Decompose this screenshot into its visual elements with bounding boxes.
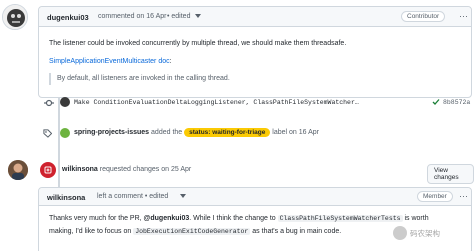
watermark-text: 码农架构: [410, 228, 440, 238]
comment-author[interactable]: dugenkui03: [47, 13, 89, 22]
kebab-menu-icon[interactable]: ···: [459, 12, 468, 21]
tag-icon: [39, 125, 55, 141]
comment2-meta[interactable]: left a comment • edited: [97, 193, 168, 200]
review-text: requested changes on 25 Apr: [99, 166, 192, 173]
commit-sha[interactable]: 8b8572a: [443, 99, 470, 106]
wechat-logo-icon: [393, 226, 407, 240]
comment-body-text: The listener could be invoked concurrent…: [49, 40, 347, 47]
edited-indicator[interactable]: • edited: [167, 13, 190, 20]
label-actor[interactable]: spring-projects-issues: [74, 129, 149, 136]
comment-header-2: wilkinsona left a comment • edited Membe…: [39, 188, 471, 206]
avatar-dugenkui03[interactable]: [2, 4, 28, 30]
c2-text-e: as that's a bug in main code.: [250, 228, 342, 235]
c2-text-a: Thanks very much for the PR,: [49, 215, 144, 222]
comment-header: dugenkui03 commented on 16 Apr • edited …: [39, 7, 471, 27]
blockquote: By default, all listeners are invoked in…: [49, 73, 230, 85]
comment2-author[interactable]: wilkinsona: [47, 193, 85, 202]
identicon-icon: [3, 5, 27, 29]
person-photo-icon: [8, 160, 28, 180]
comment2-line-1: Thanks very much for the PR, @dugenkui03…: [49, 215, 429, 222]
commit-author-avatar[interactable]: [60, 97, 70, 107]
label-event-row: spring-projects-issues added the status:…: [39, 125, 474, 141]
doc-link[interactable]: SimpleApplicationEventMulticaster doc: [49, 58, 170, 65]
comment-meta[interactable]: commented on 16 Apr: [98, 13, 167, 20]
check-icon[interactable]: [432, 98, 440, 108]
role-badge: Contributor: [401, 11, 446, 22]
doc-link-suffix: :: [169, 58, 172, 65]
label-event-text: spring-projects-issues added the status:…: [74, 128, 319, 137]
commit-message[interactable]: Make ConditionEvaluationDeltaLoggingList…: [74, 99, 359, 106]
kebab-menu-icon[interactable]: ···: [459, 192, 468, 201]
view-changes-button[interactable]: View changes: [427, 164, 474, 184]
avatar-wilkinsona[interactable]: [8, 160, 28, 180]
label-suffix: label on 16 Apr: [272, 129, 319, 136]
review-event-text: wilkinsona requested changes on 25 Apr: [62, 166, 191, 173]
label-action: added the: [151, 129, 183, 136]
status-label[interactable]: status: waiting-for-triage: [184, 128, 271, 137]
comment-card-2: wilkinsona left a comment • edited Membe…: [38, 187, 472, 251]
commit-icon: [44, 98, 54, 110]
c2-text-c: is worth: [402, 215, 429, 222]
comment2-line-2: making, I'd like to focus on JobExecutio…: [49, 228, 341, 235]
actor-avatar[interactable]: [60, 128, 70, 138]
c2-text-d: making, I'd like to focus on: [49, 228, 134, 235]
request-changes-icon: [40, 162, 56, 178]
inline-code-2: JobExecutionExitCodeGenerator: [133, 228, 251, 235]
c2-text-b: . While I think the change to: [189, 215, 278, 222]
comment-card-1: dugenkui03 commented on 16 Apr • edited …: [38, 6, 472, 98]
commit-row: Make ConditionEvaluationDeltaLoggingList…: [40, 96, 474, 110]
review-event-row: wilkinsona requested changes on 25 Apr V…: [40, 162, 474, 184]
chevron-down-icon[interactable]: [195, 14, 201, 21]
member-badge: Member: [417, 191, 453, 202]
watermark: 码农架构: [393, 226, 440, 240]
review-actor[interactable]: wilkinsona: [62, 166, 98, 173]
doc-link-line: SimpleApplicationEventMulticaster doc:: [49, 58, 172, 65]
inline-code-1: ClassPathFileSystemWatcherTests: [277, 215, 403, 222]
chevron-down-icon[interactable]: [180, 194, 186, 201]
user-mention[interactable]: @dugenkui03: [144, 215, 190, 222]
